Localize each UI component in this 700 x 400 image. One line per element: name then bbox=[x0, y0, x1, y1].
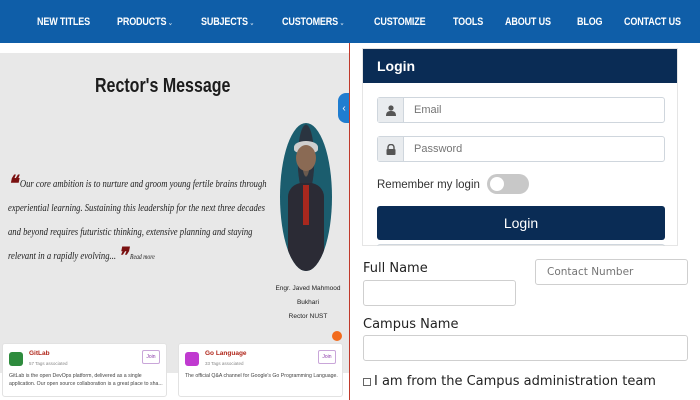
toggle-knob bbox=[490, 177, 504, 191]
page-root: NEW TITLES PRODUCTS ⌄ SUBJECTS ⌄ CUSTOMERS ⌄ CU… bbox=[0, 0, 700, 400]
remember-label: Remember my login bbox=[377, 179, 480, 191]
user-icon bbox=[378, 98, 404, 122]
password-input[interactable] bbox=[404, 137, 664, 161]
card-go-language[interactable]: Go Language 33 Tags associated The offic… bbox=[178, 343, 343, 397]
campus-admin-checkbox-row[interactable]: I am from the Campus administration team bbox=[363, 374, 656, 389]
rector-photo bbox=[280, 123, 332, 271]
card-title: GitLab bbox=[29, 350, 50, 357]
nav-item-label: ABOUT US bbox=[505, 15, 552, 28]
slide-title: Rector's Message bbox=[95, 75, 231, 97]
contact-number-input[interactable] bbox=[535, 259, 688, 285]
read-more-link[interactable]: Read more bbox=[130, 253, 155, 261]
rector-message-slide: Rector's Message ❝ Our core ambition is … bbox=[0, 53, 350, 373]
login-button[interactable]: Login bbox=[377, 206, 665, 240]
lock-icon bbox=[378, 137, 404, 161]
nav-item-label: CUSTOMERS bbox=[281, 15, 338, 28]
nav-item-contact-us[interactable]: CONTACT US bbox=[624, 16, 681, 28]
card-title: Go Language bbox=[205, 350, 247, 357]
nav-item-new-titles[interactable]: NEW TITLES bbox=[37, 16, 90, 28]
login-header: Login bbox=[363, 49, 677, 83]
email-field-group bbox=[377, 97, 665, 123]
gitlab-logo-icon bbox=[9, 352, 23, 366]
go-logo-icon bbox=[185, 352, 199, 366]
card-meta: 57 Tags associated bbox=[29, 361, 68, 366]
nav-item-blog[interactable]: BLOG bbox=[577, 15, 603, 28]
nav-item-label: CUSTOMIZE bbox=[373, 15, 426, 28]
nav-item-tools[interactable]: TOOLS bbox=[453, 16, 483, 28]
campus-admin-checkbox[interactable] bbox=[363, 377, 371, 386]
chevron-down-icon: ⌄ bbox=[339, 19, 345, 27]
password-field-group bbox=[377, 136, 665, 162]
rector-role: Rector NUST bbox=[288, 313, 328, 320]
full-name-label: Full Name bbox=[363, 261, 428, 276]
card-description: The official Q&A channel for Google's Go… bbox=[185, 373, 338, 379]
nav-item-label: CONTACT US bbox=[624, 15, 681, 28]
nav-item-label: TOOLS bbox=[452, 15, 483, 28]
nav-item-customers[interactable]: CUSTOMERS ⌄ bbox=[282, 16, 344, 28]
top-navigation: NEW TITLES PRODUCTS ⌄ SUBJECTS ⌄ CUSTOMERS ⌄ CU… bbox=[0, 0, 700, 43]
campus-admin-label: I am from the Campus administration team bbox=[374, 374, 656, 389]
nav-item-label: NEW TITLES bbox=[36, 15, 90, 28]
campus-name-input[interactable] bbox=[363, 335, 688, 361]
join-button[interactable]: Join bbox=[318, 350, 336, 364]
card-meta: 33 Tags associated bbox=[205, 361, 244, 366]
rector-name: Engr. Javed Mahmood Bukhari bbox=[275, 285, 341, 306]
card-gitlab[interactable]: GitLab 57 Tags associated GitLab is the … bbox=[2, 343, 167, 397]
join-button[interactable]: Join bbox=[142, 350, 160, 364]
chevron-down-icon: ⌄ bbox=[168, 19, 173, 27]
remember-toggle[interactable] bbox=[487, 174, 529, 194]
full-name-input[interactable] bbox=[363, 280, 516, 306]
quote-text: Our core ambition is to nurture and groo… bbox=[8, 179, 267, 262]
rector-caption: Engr. Javed Mahmood Bukhari Rector NUST bbox=[268, 282, 348, 324]
rector-quote: ❝ Our core ambition is to nurture and gr… bbox=[8, 173, 270, 269]
nav-item-label: PRODUCTS bbox=[117, 15, 167, 28]
nav-item-subjects[interactable]: SUBJECTS ⌄ bbox=[201, 16, 254, 28]
close-quote-icon: ❞ bbox=[118, 243, 128, 268]
card-description: GitLab is the open DevOps platform, deli… bbox=[9, 373, 163, 387]
email-input[interactable] bbox=[404, 98, 664, 122]
nav-item-label: SUBJECTS bbox=[201, 15, 248, 28]
community-cards: GitLab 57 Tags associated GitLab is the … bbox=[0, 343, 349, 400]
nav-item-about-us[interactable]: ABOUT US bbox=[505, 16, 551, 28]
nav-item-label: BLOG bbox=[577, 15, 603, 28]
nav-item-products[interactable]: PRODUCTS ⌄ bbox=[117, 16, 173, 28]
campus-name-label: Campus Name bbox=[363, 317, 459, 332]
login-panel: Login Remember my login Login bbox=[362, 48, 678, 247]
registration-form: Full Name Campus Name I am from the Camp… bbox=[350, 246, 700, 400]
nav-menu: NEW TITLES PRODUCTS ⌄ SUBJECTS ⌄ CUSTOMERS ⌄ CU… bbox=[0, 16, 700, 28]
chevron-down-icon: ⌄ bbox=[249, 19, 255, 27]
open-quote-icon: ❝ bbox=[8, 171, 18, 196]
nav-item-customize[interactable]: CUSTOMIZE bbox=[373, 15, 426, 28]
chat-bubble-icon[interactable] bbox=[332, 331, 342, 341]
